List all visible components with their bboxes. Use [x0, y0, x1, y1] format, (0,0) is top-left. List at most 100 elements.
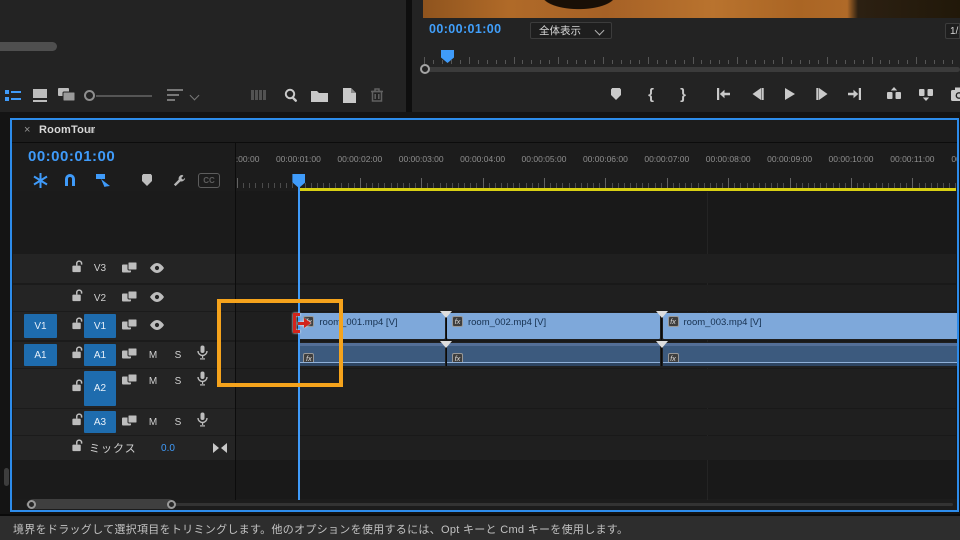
sync-lock-icon[interactable] — [122, 317, 137, 335]
zoom-level-dropdown[interactable]: 全体表示 — [530, 22, 612, 39]
ruler-tick — [280, 183, 281, 188]
track-content-a2[interactable] — [236, 369, 956, 408]
solo-button[interactable]: S — [171, 342, 185, 368]
sync-lock-icon[interactable] — [122, 413, 137, 431]
track-label[interactable]: V2 — [84, 285, 116, 311]
lock-icon[interactable] — [71, 379, 84, 397]
voiceover-mic-icon[interactable] — [197, 346, 208, 365]
keyframe-toggle-icon[interactable] — [213, 443, 227, 453]
sync-lock-icon[interactable] — [122, 346, 137, 364]
step-back-button[interactable] — [745, 82, 769, 106]
thumbnail-view-button[interactable] — [30, 86, 50, 104]
sync-lock-icon[interactable] — [122, 260, 137, 278]
ruler-label: 00:00:06:00 — [583, 154, 628, 164]
monitor-time-ruler[interactable] — [424, 52, 960, 65]
project-hscrollbar[interactable] — [0, 42, 57, 51]
close-icon[interactable]: × — [24, 124, 30, 136]
mix-pan-value[interactable]: 0.0 — [153, 436, 183, 460]
linked-selection-toggle[interactable] — [92, 170, 114, 190]
captions-button[interactable]: CC — [198, 173, 220, 188]
mute-button[interactable]: M — [146, 374, 160, 388]
voiceover-mic-icon[interactable] — [197, 372, 208, 391]
track-target-a1[interactable]: A1 — [84, 344, 116, 366]
track-visibility-eye-icon[interactable] — [149, 289, 165, 307]
monitor-tick — [558, 57, 559, 64]
timeline-add-marker-button[interactable] — [136, 170, 158, 190]
export-frame-button[interactable] — [948, 82, 960, 106]
list-view-button[interactable] — [3, 86, 23, 104]
lock-icon[interactable] — [71, 346, 84, 364]
timeline-settings-button[interactable] — [168, 170, 190, 190]
go-to-out-button[interactable] — [843, 82, 867, 106]
go-to-in-button[interactable] — [711, 82, 735, 106]
playback-resolution-dropdown[interactable]: 1/2 — [945, 23, 960, 39]
ruler-label: 00:00:12:00 — [951, 154, 959, 164]
source-patch-v1[interactable]: V1 — [24, 314, 57, 338]
sequence-tab[interactable]: RoomTour — [39, 124, 95, 136]
mute-button[interactable]: M — [146, 342, 160, 368]
program-timecode[interactable]: 00:00:01:00 — [429, 22, 502, 36]
timeline-zoom-scrollbar[interactable] — [28, 499, 174, 509]
zoom-handle-right[interactable] — [167, 500, 176, 509]
automate-to-sequence-icon[interactable] — [248, 86, 270, 104]
sort-chevron-icon[interactable] — [190, 91, 200, 101]
ruler-label: 00:00:00:00 — [236, 154, 259, 164]
extract-button[interactable] — [914, 82, 938, 106]
sync-lock-icon[interactable] — [122, 372, 137, 390]
audio-clip[interactable]: fx — [663, 343, 960, 366]
vertical-scrollbar[interactable] — [4, 468, 9, 486]
clip-label: room_003.mp4 [V] — [684, 317, 762, 328]
insert-nest-toggle[interactable] — [29, 170, 51, 190]
lock-icon[interactable] — [71, 439, 84, 457]
snap-toggle[interactable] — [59, 170, 81, 190]
play-button[interactable] — [777, 82, 801, 106]
trash-icon[interactable] — [366, 86, 388, 104]
video-clip[interactable]: fxroom_002.mp4 [V] — [447, 313, 660, 339]
freeform-view-button[interactable] — [56, 86, 78, 104]
monitor-tick — [684, 60, 685, 64]
add-marker-button[interactable] — [604, 82, 628, 106]
mute-button[interactable]: M — [146, 409, 160, 435]
track-visibility-eye-icon[interactable] — [149, 260, 165, 278]
search-icon[interactable] — [280, 86, 302, 104]
track-content-mix[interactable] — [236, 436, 956, 460]
lock-icon[interactable] — [71, 289, 84, 307]
lock-icon[interactable] — [71, 317, 84, 335]
panel-menu-icon[interactable]: ≡ — [88, 123, 94, 137]
track-content-v2[interactable] — [236, 285, 956, 311]
mark-in-button[interactable]: { — [639, 82, 663, 106]
solo-button[interactable]: S — [171, 409, 185, 435]
lift-button[interactable] — [882, 82, 906, 106]
lock-icon[interactable] — [71, 413, 84, 431]
ruler-tick — [421, 178, 422, 188]
new-bin-button[interactable] — [308, 86, 330, 104]
track-target-a3[interactable]: A3 — [84, 411, 116, 433]
monitor-scrollbar-handle[interactable] — [420, 64, 430, 74]
audio-clip[interactable]: fx — [447, 343, 660, 366]
time-ruler-labels[interactable]: 00:00:00:0000:00:01:0000:00:02:0000:00:0… — [236, 153, 959, 168]
zoom-slider-track[interactable] — [96, 95, 152, 97]
sync-lock-icon[interactable] — [122, 289, 137, 307]
track-target-a2[interactable]: A2 — [84, 371, 116, 406]
track-target-v1[interactable]: V1 — [84, 314, 116, 338]
track-content-a3[interactable] — [236, 409, 956, 435]
solo-button[interactable]: S — [171, 374, 185, 388]
timeline-timecode[interactable]: 00:00:01:00 — [28, 148, 115, 165]
track-visibility-eye-icon[interactable] — [149, 317, 165, 335]
video-clip[interactable]: fxroom_003.mp4 [V] — [663, 313, 960, 339]
track-label[interactable]: V3 — [84, 254, 116, 283]
new-item-button[interactable] — [338, 86, 360, 104]
zoom-slider-handle[interactable] — [84, 90, 95, 101]
monitor-tick — [782, 57, 783, 64]
time-ruler-ticks[interactable] — [236, 170, 959, 190]
zoom-handle-left[interactable] — [27, 500, 36, 509]
monitor-tick — [728, 60, 729, 64]
step-forward-button[interactable] — [810, 82, 834, 106]
sort-icon[interactable] — [165, 86, 187, 104]
voiceover-mic-icon[interactable] — [197, 413, 208, 432]
source-patch-a1[interactable]: A1 — [24, 344, 57, 366]
monitor-scrollbar[interactable] — [424, 67, 960, 72]
track-content-v3[interactable] — [236, 254, 956, 283]
mark-out-button[interactable]: } — [671, 82, 695, 106]
lock-icon[interactable] — [71, 260, 84, 278]
